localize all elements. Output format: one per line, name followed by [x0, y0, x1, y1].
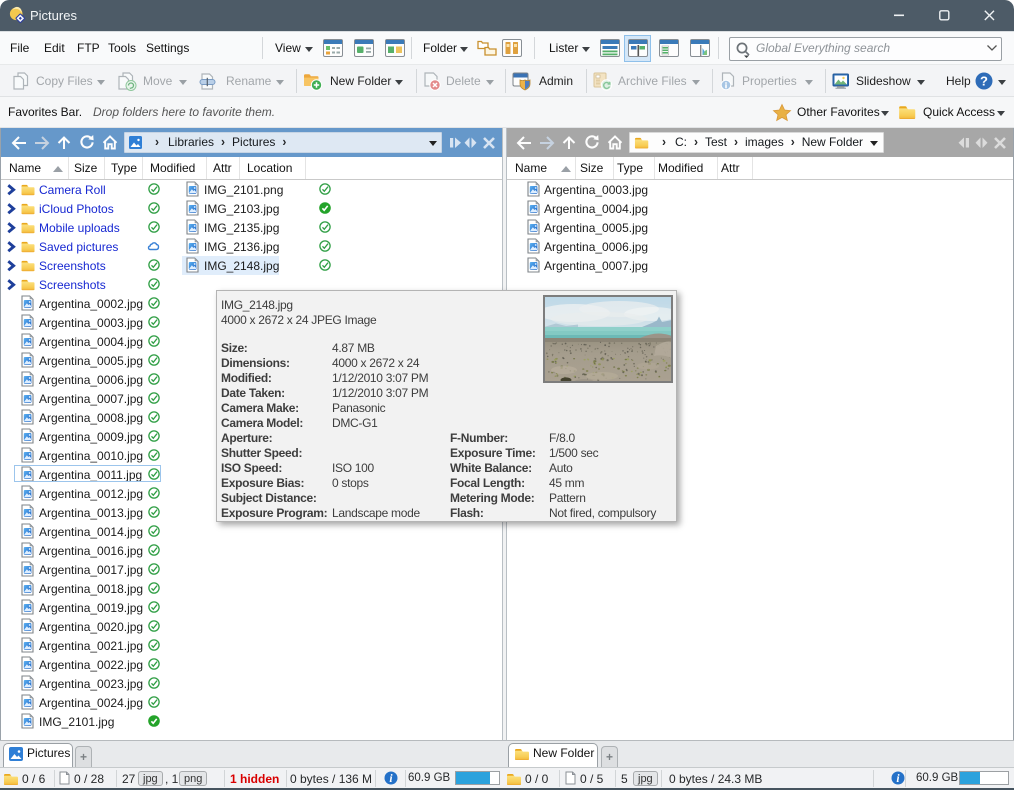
svg-text:?: ? [980, 74, 988, 89]
